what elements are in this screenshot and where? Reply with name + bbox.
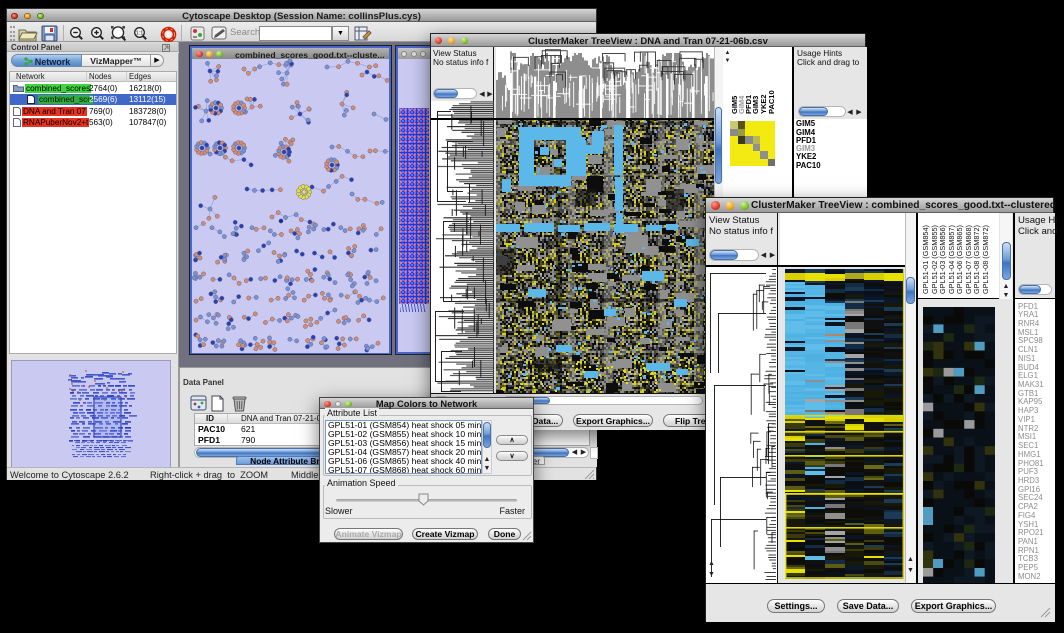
svg-text:1:1: 1:1 bbox=[136, 31, 144, 37]
